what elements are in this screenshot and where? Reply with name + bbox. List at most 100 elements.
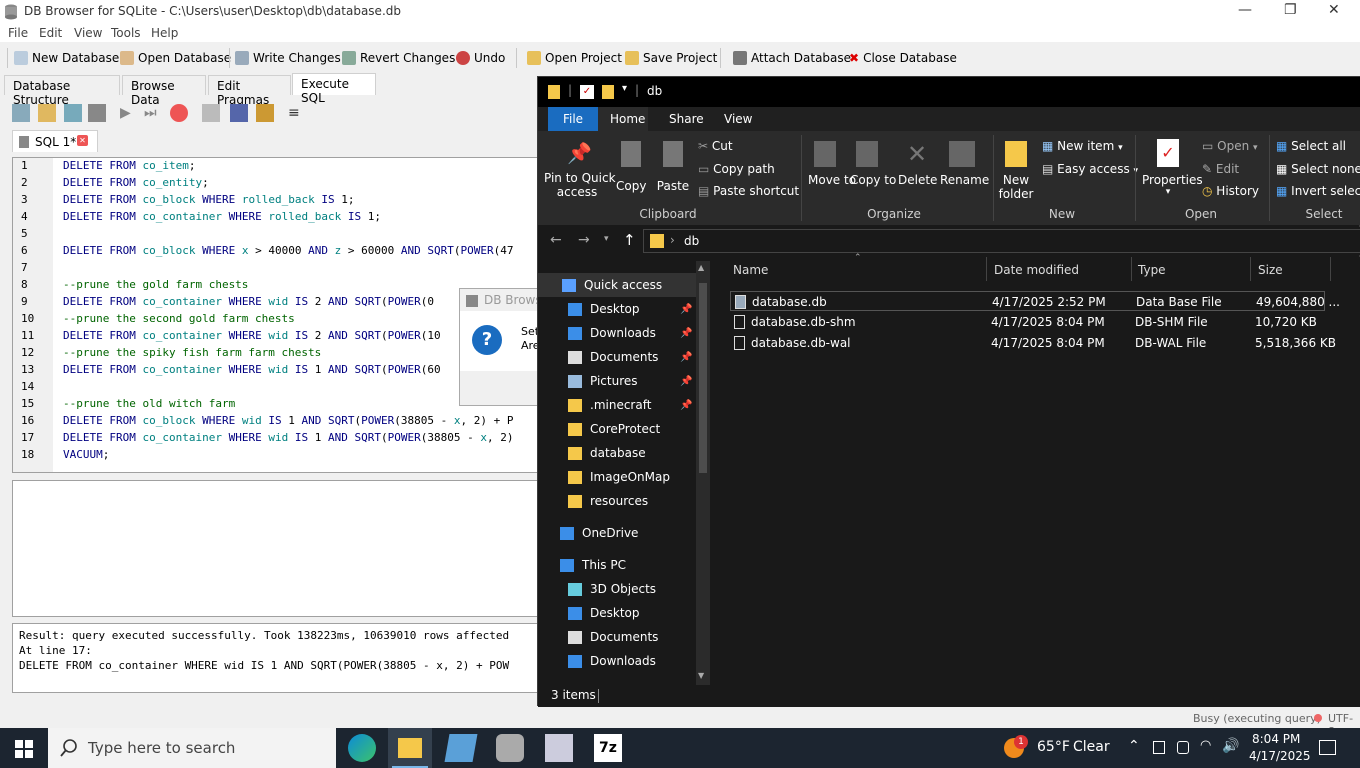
save-sql-icon[interactable]	[64, 104, 82, 122]
cut-button[interactable]: ✂ Cut	[698, 139, 733, 153]
forward-icon[interactable]: →	[578, 232, 590, 248]
easy-access-button[interactable]: ▤ Easy access ▾	[1042, 162, 1138, 176]
column-date-modified[interactable]: Date modified	[994, 263, 1079, 277]
nav-item[interactable]: Documents	[538, 625, 708, 649]
nav-item[interactable]: OneDrive	[538, 521, 708, 545]
recent-locations-icon[interactable]: ▾	[604, 234, 609, 244]
tab-share[interactable]: Share	[657, 107, 716, 131]
delete-button[interactable]: ✕ Delete	[898, 141, 937, 187]
up-icon[interactable]: ↑	[623, 231, 636, 249]
clock-time[interactable]: 8:04 PM	[1252, 732, 1300, 746]
customize-qat-icon[interactable]: ▾	[622, 83, 627, 94]
column-type[interactable]: Type	[1138, 263, 1166, 277]
file-row[interactable]: database.db-wal 4/17/2025 8:04 PM DB-WAL F…	[730, 333, 1336, 353]
paste-shortcut-button[interactable]: ▤ Paste shortcut	[698, 184, 799, 198]
tab-database-structure[interactable]: Database Structure	[4, 75, 120, 107]
menu-file[interactable]: File	[8, 26, 28, 40]
comment-icon[interactable]: ≡	[288, 104, 306, 122]
device-icon[interactable]	[1153, 741, 1165, 754]
nav-item[interactable]: database	[538, 441, 708, 465]
tab-browse-data[interactable]: Browse Data	[122, 75, 206, 107]
column-size[interactable]: Size	[1258, 263, 1283, 277]
new-database-button[interactable]: New Database	[14, 48, 119, 68]
volume-icon[interactable]: 🔊	[1222, 738, 1239, 754]
close-tab-icon[interactable]: ✕	[77, 135, 88, 146]
file-row[interactable]: database.db 4/17/2025 2:52 PM Data Base Fi…	[730, 291, 1340, 311]
execute-all-icon[interactable]: ▶	[120, 104, 138, 122]
copy-to-button[interactable]: Copy to	[850, 141, 896, 187]
nav-item[interactable]: Quick access	[538, 273, 708, 297]
properties-button[interactable]: ✓ Properties ▾	[1142, 139, 1203, 197]
tab-execute-sql[interactable]: Execute SQL	[292, 73, 376, 105]
attach-database-button[interactable]: Attach Database	[733, 48, 851, 68]
close-database-button[interactable]: ✖ Close Database	[849, 48, 957, 68]
7zip-icon[interactable]: 7z	[594, 734, 622, 762]
meet-now-icon[interactable]	[1177, 741, 1189, 754]
undo-button[interactable]: Undo	[456, 48, 505, 68]
menu-view[interactable]: View	[74, 26, 102, 40]
properties-qat-icon[interactable]: ✓	[580, 85, 594, 99]
explorer-taskbar-button[interactable]	[388, 728, 432, 768]
address-bar[interactable]: › db	[643, 229, 1360, 253]
open-database-button[interactable]: Open Database▾	[120, 48, 239, 68]
rename-button[interactable]: Rename	[940, 141, 989, 187]
maximize-button[interactable]: ❐	[1284, 2, 1297, 18]
menu-tools[interactable]: Tools	[111, 26, 141, 40]
show-hidden-icons-icon[interactable]: ⌃	[1128, 738, 1140, 754]
nav-item[interactable]: Documents 📌	[538, 345, 708, 369]
select-all-button[interactable]: ▦ Select all	[1276, 139, 1346, 153]
nav-item[interactable]: ImageOnMap	[538, 465, 708, 489]
invert-selection-button[interactable]: ▦ Invert selecti	[1276, 184, 1360, 198]
menu-edit[interactable]: Edit	[39, 26, 62, 40]
results-grid[interactable]	[12, 480, 540, 617]
select-none-button[interactable]: ▦ Select none	[1276, 162, 1360, 176]
move-to-button[interactable]: Move to	[808, 141, 856, 187]
nav-item[interactable]: .minecraft 📌	[538, 393, 708, 417]
nav-item[interactable]: CoreProtect	[538, 417, 708, 441]
find-icon[interactable]	[230, 104, 248, 122]
copy-button[interactable]: Copy	[616, 141, 646, 193]
nav-item[interactable]: Downloads	[538, 649, 708, 673]
clock-date[interactable]: 4/17/2025	[1249, 749, 1311, 763]
network-icon[interactable]: ◠	[1200, 738, 1211, 753]
db-browser-taskbar-icon[interactable]	[496, 734, 524, 762]
nav-item[interactable]: Pictures 📌	[538, 369, 708, 393]
file-row[interactable]: database.db-shm 4/17/2025 8:04 PM DB-SHM F…	[730, 312, 1325, 332]
windows-start-icon[interactable]	[15, 740, 33, 758]
open-tab-icon[interactable]	[12, 104, 30, 122]
tab-home[interactable]: Home	[598, 107, 648, 131]
tab-view[interactable]: View	[712, 107, 764, 131]
pin-quick-access-button[interactable]: 📌 Pin to Quick access	[544, 141, 616, 199]
edit-button[interactable]: ✎ Edit	[1202, 162, 1239, 176]
write-changes-button[interactable]: Write Changes	[235, 48, 341, 68]
execute-line-icon[interactable]: ⏭	[144, 104, 162, 122]
weather-condition[interactable]: Clear	[1073, 739, 1110, 755]
notifications-icon[interactable]	[1319, 740, 1336, 755]
tab-file[interactable]: File	[548, 107, 598, 131]
new-item-button[interactable]: ▦ New item ▾	[1042, 139, 1123, 153]
close-button[interactable]: ✕	[1328, 2, 1340, 18]
copy-path-button[interactable]: ▭ Copy path	[698, 162, 775, 176]
weather-temperature[interactable]: 65°F	[1037, 739, 1070, 755]
nav-item[interactable]: Desktop 📌	[538, 297, 708, 321]
back-icon[interactable]: ←	[550, 232, 562, 248]
save-project-button[interactable]: Save Project	[625, 48, 717, 68]
nav-scrollbar[interactable]: ▲ ▼	[696, 261, 710, 685]
revert-changes-button[interactable]: Revert Changes	[342, 48, 455, 68]
taskbar-search-box[interactable]: Type here to search	[48, 728, 336, 768]
minimize-button[interactable]: —	[1238, 2, 1252, 18]
sql-editor-tab[interactable]: SQL 1* ✕	[12, 130, 98, 152]
save-results-icon[interactable]	[202, 104, 220, 122]
menu-help[interactable]: Help	[151, 26, 178, 40]
open-project-button[interactable]: Open Project	[527, 48, 622, 68]
nav-item[interactable]: Downloads 📌	[538, 321, 708, 345]
remote-desktop-icon[interactable]	[545, 734, 573, 762]
open-button[interactable]: ▭ Open ▾	[1202, 139, 1258, 153]
nav-item[interactable]: 3D Objects	[538, 577, 708, 601]
new-folder-button[interactable]: New folder	[996, 141, 1036, 201]
history-button[interactable]: ◷ History	[1202, 184, 1259, 198]
find-replace-icon[interactable]	[256, 104, 274, 122]
nav-item[interactable]: This PC	[538, 553, 708, 577]
stop-execution-icon[interactable]	[170, 104, 188, 122]
new-folder-qat-icon[interactable]	[602, 85, 614, 99]
